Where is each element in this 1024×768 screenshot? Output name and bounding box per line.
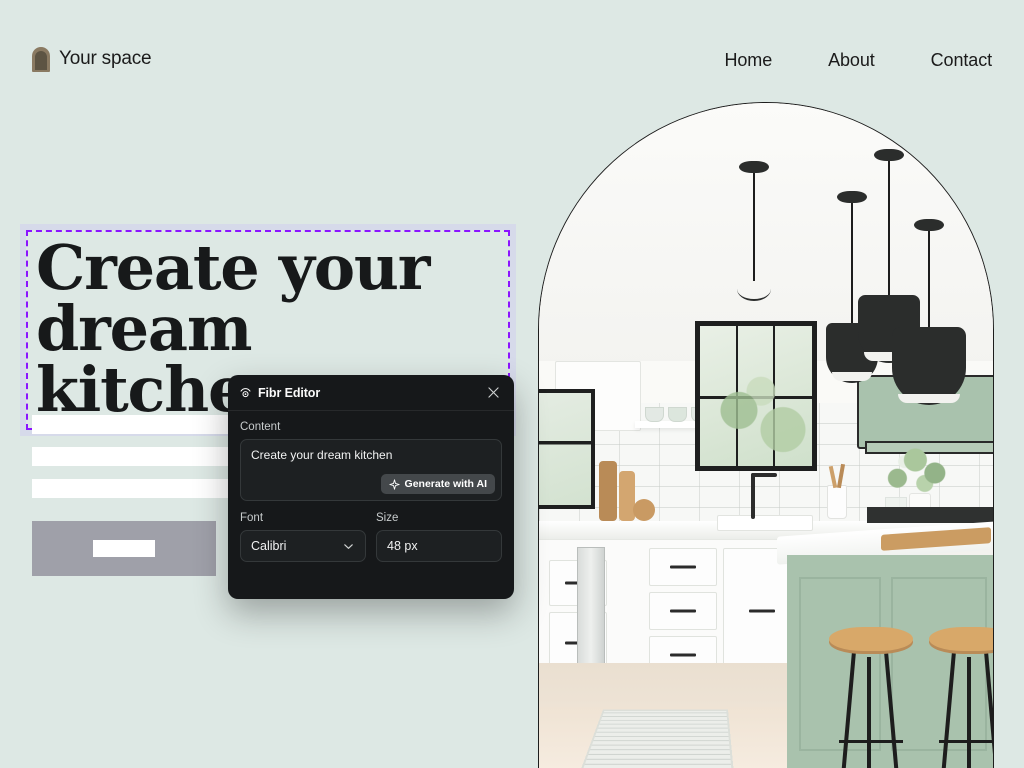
content-textarea-value: Create your dream kitchen: [251, 448, 393, 462]
bar-stool: [929, 627, 993, 768]
nav-link-about[interactable]: About: [828, 50, 875, 71]
font-field: Font Calibri: [240, 512, 366, 562]
cta-button-placeholder[interactable]: [32, 521, 216, 576]
brand-logo-group[interactable]: Your space: [32, 39, 152, 72]
generate-with-ai-button[interactable]: Generate with AI: [380, 474, 495, 494]
editor-title-group: Fibr Editor: [239, 386, 320, 400]
nav-link-home[interactable]: Home: [724, 50, 772, 71]
fibr-editor-panel[interactable]: Fibr Editor Content Create your dream ki…: [228, 375, 514, 599]
cta-label-placeholder: [93, 540, 155, 557]
page-root: Your space Home About Contact Create you…: [0, 0, 1024, 768]
fibr-eye-icon: [239, 386, 252, 399]
generate-with-ai-label: Generate with AI: [404, 478, 487, 490]
chevron-down-icon: [342, 540, 355, 553]
editor-body: Content Create your dream kitchen Genera…: [228, 411, 514, 574]
size-field-label: Size: [376, 512, 399, 524]
bar-stool: [829, 627, 913, 768]
font-size-row: Font Calibri Size 48 px: [240, 512, 502, 562]
site-header: Your space Home About Contact: [0, 0, 1024, 110]
editor-header: Fibr Editor: [228, 375, 514, 411]
font-select-value: Calibri: [251, 539, 287, 553]
size-field: Size 48 px: [376, 512, 502, 562]
hero-image-arch[interactable]: [538, 102, 994, 768]
kitchen-illustration: [539, 103, 993, 768]
brand-name: Your space: [59, 48, 152, 69]
main-nav: Home About Contact: [724, 40, 992, 71]
close-icon[interactable]: [484, 384, 502, 402]
arch-door-icon: [32, 46, 50, 72]
content-textarea[interactable]: Create your dream kitchen Generate with …: [240, 439, 502, 501]
size-input[interactable]: 48 px: [376, 530, 502, 562]
nav-link-contact[interactable]: Contact: [931, 50, 992, 71]
font-select[interactable]: Calibri: [240, 530, 366, 562]
size-input-value: 48 px: [387, 539, 418, 553]
font-field-label: Font: [240, 512, 264, 524]
sparkle-icon: [388, 478, 400, 490]
editor-title-label: Fibr Editor: [258, 385, 321, 400]
content-field-label: Content: [240, 421, 281, 433]
